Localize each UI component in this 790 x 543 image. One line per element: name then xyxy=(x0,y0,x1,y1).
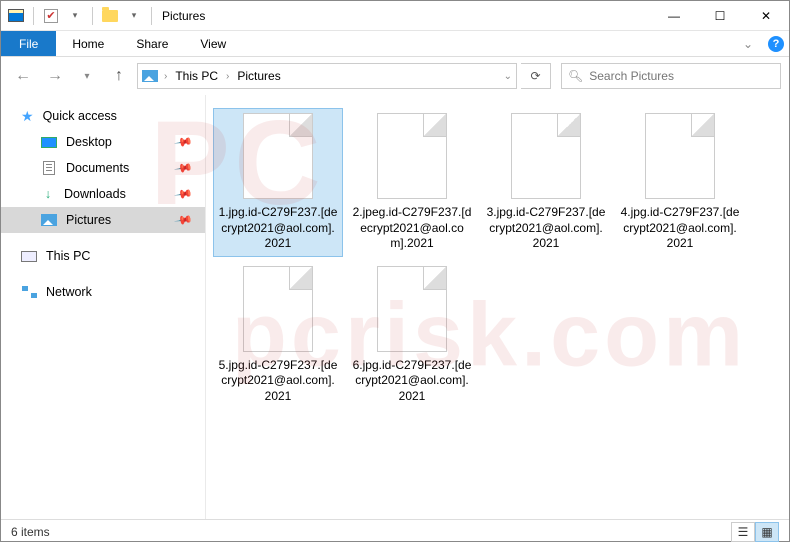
star-icon: ★ xyxy=(21,108,34,125)
qat-dropdown-icon[interactable]: ▾ xyxy=(123,5,145,27)
close-button[interactable]: ✕ xyxy=(743,1,789,31)
file-icon xyxy=(511,113,581,199)
search-box[interactable]: 🔍︎ xyxy=(561,63,781,89)
location-icon xyxy=(142,68,158,84)
chevron-right-icon[interactable]: › xyxy=(226,71,229,82)
file-label: 2.jpeg.id-C279F237.[decrypt2021@aol.com]… xyxy=(352,205,472,252)
file-item[interactable]: 4.jpg.id-C279F237.[decrypt2021@aol.com].… xyxy=(616,109,744,256)
sidebar-item-label: Downloads xyxy=(64,187,126,201)
sidebar-quick-access[interactable]: ★ Quick access xyxy=(1,103,205,129)
sidebar-item-label: Quick access xyxy=(43,109,117,123)
sidebar-item-desktop[interactable]: Desktop 📌 xyxy=(1,129,205,155)
sidebar-item-documents[interactable]: Documents 📌 xyxy=(1,155,205,181)
help-icon: ? xyxy=(768,36,784,52)
document-icon xyxy=(41,160,57,176)
file-label: 4.jpg.id-C279F237.[decrypt2021@aol.com].… xyxy=(620,205,740,252)
file-icon xyxy=(243,113,313,199)
file-item[interactable]: 6.jpg.id-C279F237.[decrypt2021@aol.com].… xyxy=(348,262,476,409)
ribbon-tab-view[interactable]: View xyxy=(184,31,242,56)
navbar: ← → ▾ ↑ › This PC › Pictures ⌄ ⟳ 🔍︎ xyxy=(1,57,789,95)
file-icon xyxy=(377,113,447,199)
item-count: 6 items xyxy=(11,525,50,539)
breadcrumb[interactable]: Pictures xyxy=(235,69,282,83)
desktop-icon xyxy=(41,134,57,150)
ribbon-tab-home[interactable]: Home xyxy=(56,31,120,56)
pin-icon: 📌 xyxy=(173,158,193,178)
forward-button[interactable]: → xyxy=(41,62,69,90)
pin-icon: 📌 xyxy=(173,184,193,204)
divider xyxy=(33,7,34,25)
file-icon xyxy=(645,113,715,199)
icons-view-button[interactable]: ▦ xyxy=(755,522,779,542)
app-icon xyxy=(5,5,27,27)
breadcrumb[interactable]: This PC xyxy=(173,69,220,83)
sidebar: ★ Quick access Desktop 📌 Documents 📌 ↓ D… xyxy=(1,95,206,519)
file-label: 1.jpg.id-C279F237.[decrypt2021@aol.com].… xyxy=(218,205,338,252)
pictures-icon xyxy=(41,212,57,228)
file-icon xyxy=(243,266,313,352)
main-area: ★ Quick access Desktop 📌 Documents 📌 ↓ D… xyxy=(1,95,789,519)
minimize-button[interactable]: — xyxy=(651,1,697,31)
file-item[interactable]: 5.jpg.id-C279F237.[decrypt2021@aol.com].… xyxy=(214,262,342,409)
network-icon xyxy=(21,284,37,300)
divider xyxy=(92,7,93,25)
ribbon-file-tab[interactable]: File xyxy=(1,31,56,56)
window-title: Pictures xyxy=(162,9,205,23)
ribbon: File Home Share View ⌄ ? xyxy=(1,31,789,57)
file-item[interactable]: 2.jpeg.id-C279F237.[decrypt2021@aol.com]… xyxy=(348,109,476,256)
file-label: 6.jpg.id-C279F237.[decrypt2021@aol.com].… xyxy=(352,358,472,405)
chevron-right-icon[interactable]: › xyxy=(164,71,167,82)
sidebar-item-label: Pictures xyxy=(66,213,111,227)
file-item[interactable]: 1.jpg.id-C279F237.[decrypt2021@aol.com].… xyxy=(214,109,342,256)
divider xyxy=(151,7,152,25)
ribbon-tab-share[interactable]: Share xyxy=(120,31,184,56)
download-icon: ↓ xyxy=(41,187,55,201)
qat-properties-icon[interactable]: ✔ xyxy=(40,5,62,27)
file-label: 5.jpg.id-C279F237.[decrypt2021@aol.com].… xyxy=(218,358,338,405)
recent-dropdown-icon[interactable]: ▾ xyxy=(73,62,101,90)
sidebar-item-pictures[interactable]: Pictures 📌 xyxy=(1,207,205,233)
pc-icon xyxy=(21,248,37,264)
up-button[interactable]: ↑ xyxy=(105,62,133,90)
folder-icon xyxy=(99,5,121,27)
sidebar-network[interactable]: Network xyxy=(1,279,205,305)
sidebar-item-label: Documents xyxy=(66,161,129,175)
ribbon-expand-icon[interactable]: ⌄ xyxy=(733,31,763,56)
pin-icon: 📌 xyxy=(173,132,193,152)
content-pane[interactable]: 1.jpg.id-C279F237.[decrypt2021@aol.com].… xyxy=(206,95,789,519)
file-item[interactable]: 3.jpg.id-C279F237.[decrypt2021@aol.com].… xyxy=(482,109,610,256)
sidebar-this-pc[interactable]: This PC xyxy=(1,243,205,269)
titlebar: ✔ ▾ ▾ Pictures — ☐ ✕ xyxy=(1,1,789,31)
refresh-button[interactable]: ⟳ xyxy=(521,63,551,89)
sidebar-item-label: Network xyxy=(46,285,92,299)
maximize-button[interactable]: ☐ xyxy=(697,1,743,31)
sidebar-item-label: Desktop xyxy=(66,135,112,149)
file-label: 3.jpg.id-C279F237.[decrypt2021@aol.com].… xyxy=(486,205,606,252)
sidebar-item-downloads[interactable]: ↓ Downloads 📌 xyxy=(1,181,205,207)
address-bar[interactable]: › This PC › Pictures ⌄ xyxy=(137,63,517,89)
pin-icon: 📌 xyxy=(173,210,193,230)
address-dropdown-icon[interactable]: ⌄ xyxy=(504,71,512,82)
search-icon: 🔍︎ xyxy=(568,69,583,83)
details-view-button[interactable]: ☰ xyxy=(731,522,755,542)
file-grid: 1.jpg.id-C279F237.[decrypt2021@aol.com].… xyxy=(214,109,781,409)
statusbar: 6 items ☰ ▦ xyxy=(1,519,789,543)
search-input[interactable] xyxy=(589,69,774,83)
file-icon xyxy=(377,266,447,352)
help-button[interactable]: ? xyxy=(763,31,789,56)
back-button[interactable]: ← xyxy=(9,62,37,90)
sidebar-item-label: This PC xyxy=(46,249,90,263)
qat-caret-icon[interactable]: ▾ xyxy=(64,5,86,27)
